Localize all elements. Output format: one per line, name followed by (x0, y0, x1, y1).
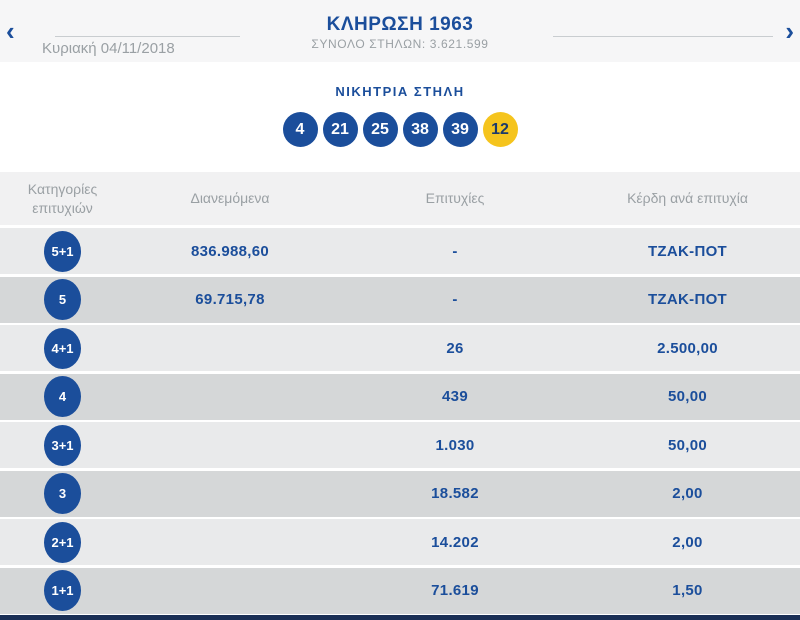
table-row: 5+1 836.988,60 - ΤΖΑΚ-ΠΟΤ (0, 228, 800, 274)
total-columns-subtitle: ΣΥΝΟΛΟ ΣΤΗΛΩΝ: 3.621.599 (311, 37, 489, 51)
column-header-categories-line2: επιτυχιών (32, 199, 93, 216)
number-ball: 25 (362, 112, 398, 147)
footer-bar (0, 615, 800, 620)
category-badge: 4 (44, 376, 81, 417)
winners-cell: 18.582 (431, 485, 479, 502)
winning-column-title: ΝΙΚΗΤΡΙΑ ΣΤΗΛΗ (335, 84, 465, 99)
prize-cell: ΤΖΑΚ-ΠΟΤ (647, 242, 728, 260)
draw-title: ΚΛΗΡΩΣΗ 1963 (326, 14, 474, 35)
prize-cell: 2,00 (672, 485, 703, 502)
column-header-prize: Κέρδη ανά επιτυχία (627, 190, 748, 207)
right-divider-line (553, 36, 773, 37)
winning-numbers: 4 21 25 38 39 12 (0, 112, 800, 147)
draw-results-page: ‹ Κυριακή 04/11/2018 ΚΛΗΡΩΣΗ 1963 ΣΥΝΟΛΟ… (0, 0, 800, 620)
winners-cell: 71.619 (431, 582, 479, 599)
number-ball: 39 (442, 112, 478, 147)
prize-cell: 1,50 (672, 582, 703, 599)
category-badge: 3+1 (44, 424, 81, 466)
prize-cell: 2.500,00 (657, 339, 718, 357)
column-header-categories: Κατηγορίες επιτυχιών (0, 180, 125, 218)
table-row: 3+1 1.030 50,00 (0, 422, 800, 468)
bonus-number-ball: 12 (482, 112, 518, 147)
table-row: 3 18.582 2,00 (0, 470, 800, 517)
winners-cell: - (452, 291, 458, 308)
winners-cell: 1.030 (435, 436, 475, 454)
table-row: 2+1 14.202 2,00 (0, 519, 800, 565)
amount-cell: 69.715,78 (195, 291, 265, 308)
number-ball: 21 (322, 112, 358, 147)
table-row: 4 439 50,00 (0, 373, 800, 420)
prize-cell: 50,00 (667, 436, 708, 454)
next-draw-chevron-icon[interactable]: › (785, 18, 794, 44)
category-badge: 2+1 (44, 521, 81, 563)
category-badge: 4+1 (44, 327, 81, 369)
winners-cell: 14.202 (431, 533, 479, 551)
category-badge: 3 (44, 473, 81, 514)
draw-header: ‹ Κυριακή 04/11/2018 ΚΛΗΡΩΣΗ 1963 ΣΥΝΟΛΟ… (0, 0, 800, 62)
prize-table: Κατηγορίες επιτυχιών Διανεμόμενα Επιτυχί… (0, 172, 800, 616)
category-badge: 5+1 (44, 230, 81, 272)
prize-cell: ΤΖΑΚ-ΠΟΤ (647, 291, 728, 308)
prize-cell: 2,00 (672, 533, 703, 551)
winners-cell: 439 (442, 388, 468, 405)
number-ball: 4 (282, 112, 318, 147)
column-header-amount: Διανεμόμενα (190, 190, 270, 207)
prize-table-header: Κατηγορίες επιτυχιών Διανεμόμενα Επιτυχί… (0, 172, 800, 225)
table-row: 4+1 26 2.500,00 (0, 325, 800, 371)
column-header-winners: Επιτυχίες (425, 190, 485, 207)
table-row: 1+1 71.619 1,50 (0, 567, 800, 614)
category-badge: 5 (44, 279, 81, 320)
table-row: 5 69.715,78 - ΤΖΑΚ-ΠΟΤ (0, 276, 800, 323)
prize-cell: 50,00 (667, 388, 708, 405)
number-ball: 38 (402, 112, 438, 147)
column-header-categories-line1: Κατηγορίες (27, 180, 98, 197)
category-badge: 1+1 (44, 570, 81, 611)
winners-cell: - (452, 242, 458, 260)
amount-cell: 836.988,60 (190, 242, 270, 260)
winners-cell: 26 (446, 339, 464, 357)
